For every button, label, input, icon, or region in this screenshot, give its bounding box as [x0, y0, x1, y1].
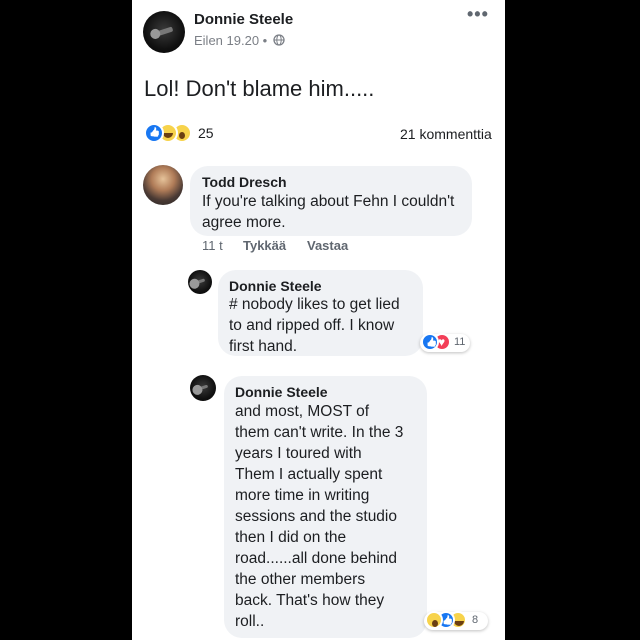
comment-like-button[interactable]: Tykkää — [243, 238, 286, 253]
post-comment-count[interactable]: 21 kommenttia — [400, 126, 492, 142]
reply-reactions[interactable]: 8 — [424, 611, 488, 630]
comment-time: 11 t — [202, 238, 223, 253]
post-reaction-count: 25 — [198, 125, 214, 141]
reply-reactions[interactable]: 11 — [420, 333, 470, 352]
more-options-icon[interactable]: ••• — [467, 4, 489, 25]
like-reaction-icon — [144, 123, 164, 143]
comment-text: If you're talking about Fehn I couldn't … — [202, 193, 455, 231]
post-author-avatar[interactable] — [143, 11, 185, 53]
wow-reaction-icon — [425, 611, 443, 629]
comment-reply-button[interactable]: Vastaa — [307, 238, 348, 253]
post-text: Lol! Don't blame him..... — [144, 76, 375, 101]
post-author-name[interactable]: Donnie Steele — [194, 11, 293, 28]
comment-author-name[interactable]: Todd Dresch — [202, 174, 287, 190]
reply-author-avatar[interactable] — [190, 375, 216, 401]
comment-bubble: Todd Dresch If you're talking about Fehn… — [190, 166, 472, 236]
reply-text: # nobody likes to get lied to and ripped… — [229, 296, 400, 355]
post-time-text: Eilen 19.20 • — [194, 33, 268, 48]
reply-reaction-count: 8 — [472, 614, 479, 626]
reply-reaction-count: 11 — [454, 336, 466, 348]
commenter-avatar-todd[interactable] — [143, 165, 183, 205]
reply-bubble: Donnie Steele # nobody likes to get lied… — [218, 270, 423, 356]
facebook-post-screen: Donnie Steele Eilen 19.20 • ••• Lol! Don… — [132, 0, 505, 640]
reply-author-name[interactable]: Donnie Steele — [229, 278, 322, 294]
globe-icon — [273, 34, 285, 46]
post-timestamp: Eilen 19.20 • — [194, 33, 285, 48]
reply-text: and most, MOST of them can't write. In t… — [235, 403, 404, 630]
reply-author-name[interactable]: Donnie Steele — [235, 384, 328, 400]
like-reaction-icon — [421, 333, 439, 351]
post-reactions-summary[interactable]: 25 — [144, 123, 224, 143]
reply-bubble: Donnie Steele and most, MOST of them can… — [224, 376, 427, 638]
reply-author-avatar[interactable] — [188, 270, 212, 294]
